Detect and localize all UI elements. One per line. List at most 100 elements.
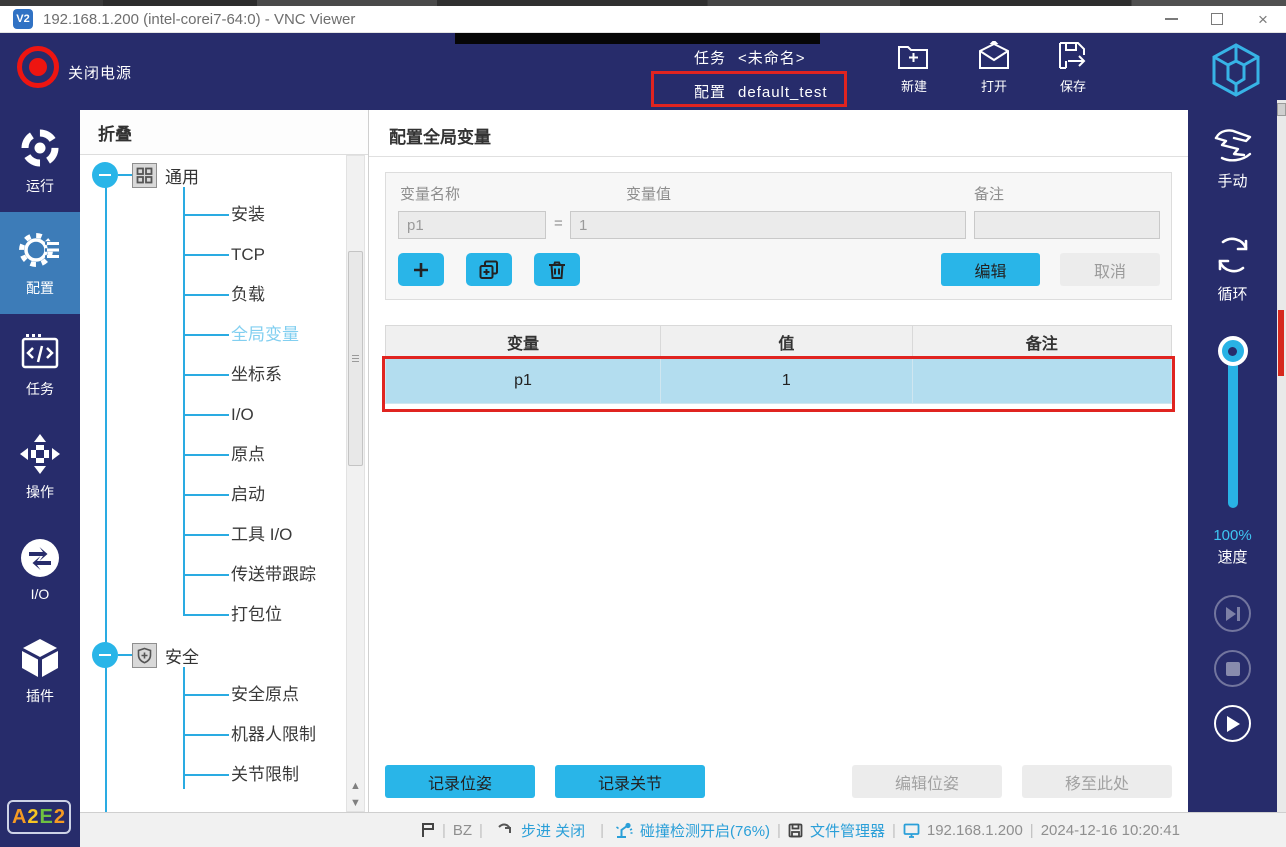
scroll-down-icon[interactable]: ▼ [347, 794, 364, 811]
speed-slider[interactable] [1218, 336, 1248, 511]
add-variable-button[interactable] [398, 253, 444, 286]
status-file-manager[interactable]: 文件管理器 [810, 820, 885, 841]
speed-value: 100% [1213, 527, 1251, 544]
red-edge-marker [1278, 310, 1284, 376]
nav-item-io[interactable]: I/O [0, 518, 80, 620]
collapse-minus-icon[interactable] [92, 642, 118, 668]
nav-item-operate[interactable]: 操作 [0, 416, 80, 518]
nav-item-plugin[interactable]: 插件 [0, 620, 80, 722]
tree-item-pack-position[interactable]: 打包位 [183, 595, 346, 635]
tree-item-tool-io[interactable]: 工具 I/O [183, 515, 346, 555]
manual-mode-button[interactable]: 手动 [1210, 128, 1256, 191]
tree-children-safety: 安全原点 机器人限制 关节限制 [183, 675, 346, 809]
stop-button[interactable] [1214, 650, 1251, 687]
tree-children-general: 安装 TCP 负载 全局变量 坐标系 I/O 原点 启动 工具 I/O 传送带跟… [183, 195, 346, 635]
tree-item-io[interactable]: I/O [183, 395, 346, 435]
separator: | [479, 822, 483, 839]
window-titlebar[interactable]: V2 192.168.1.200 (intel-corei7-64:0) - V… [0, 6, 1286, 33]
nav-item-config[interactable]: 配置 [0, 212, 80, 314]
tree-group-general[interactable]: 通用 [80, 155, 346, 195]
flag-icon [421, 822, 435, 838]
scroll-widget-icon[interactable] [1277, 103, 1286, 116]
duplicate-icon [479, 260, 499, 280]
delete-variable-button[interactable] [534, 253, 580, 286]
record-pose-button[interactable]: 记录位姿 [385, 765, 535, 798]
collapse-header[interactable]: 折叠 [80, 110, 368, 155]
tree-group-safety[interactable]: 安全 [80, 635, 346, 675]
minimize-button[interactable] [1148, 6, 1194, 32]
cell-note[interactable] [912, 359, 1171, 404]
tree-scroll-area: 通用 安装 TCP 负载 全局变量 坐标系 I/O 原点 启动 工具 I/O 传… [80, 155, 346, 812]
duplicate-variable-button[interactable] [466, 253, 512, 286]
tree-item-tcp[interactable]: TCP [183, 235, 346, 275]
move-here-button[interactable]: 移至此处 [1022, 765, 1172, 798]
tree-item-joint-limits[interactable]: 关节限制 [183, 755, 346, 795]
tree-item-conveyor-tracking[interactable]: 传送带跟踪 [183, 555, 346, 595]
hand-icon [1210, 128, 1256, 164]
record-joint-button[interactable]: 记录关节 [555, 765, 705, 798]
minimize-icon [1165, 18, 1178, 20]
config-label: 配置 [694, 84, 726, 101]
scroll-up-icon[interactable]: ▲ [347, 777, 364, 794]
edit-pose-button[interactable]: 编辑位姿 [852, 765, 1002, 798]
status-step-mode[interactable]: 步进 关闭 [521, 820, 585, 841]
power-icon [29, 58, 47, 76]
tree-item-startup[interactable]: 启动 [183, 475, 346, 515]
new-button[interactable]: 新建 [885, 41, 943, 95]
tree-item-install[interactable]: 安装 [183, 195, 346, 235]
nav-label-run: 运行 [26, 176, 54, 196]
config-indicator: 配置default_test [694, 81, 828, 102]
slider-track[interactable] [1228, 348, 1238, 508]
stop-icon [1226, 662, 1240, 676]
loop-mode-button[interactable]: 循环 [1211, 233, 1255, 304]
variable-value-input[interactable] [570, 211, 966, 239]
vnc-toolbar-tab[interactable] [455, 33, 820, 44]
power-off-button[interactable] [17, 46, 59, 88]
save-label: 保存 [1060, 76, 1086, 95]
variables-table: 变量 值 备注 p1 1 [385, 325, 1172, 404]
maximize-button[interactable] [1194, 6, 1240, 32]
vnc-right-scroll-region[interactable] [1277, 100, 1286, 847]
variable-name-input[interactable] [398, 211, 546, 239]
collision-robot-icon [615, 822, 633, 839]
play-icon [1225, 715, 1241, 733]
task-label: 任务 [694, 50, 726, 67]
a2e2-badge[interactable]: A2E2 [7, 800, 71, 834]
tree-item-robot-limits[interactable]: 机器人限制 [183, 715, 346, 755]
edit-button[interactable]: 编辑 [941, 253, 1040, 286]
cell-value[interactable]: 1 [661, 359, 913, 404]
collapse-minus-icon[interactable] [92, 162, 118, 188]
tree-item-payload[interactable]: 负载 [183, 275, 346, 315]
tree-item-clipped[interactable] [183, 795, 346, 809]
file-manager-icon [788, 823, 803, 838]
task-indicator: 任务<未命名> [694, 47, 806, 68]
cancel-button[interactable]: 取消 [1060, 253, 1160, 286]
tree-item-global-variables[interactable]: 全局变量 [183, 315, 346, 355]
divider [369, 156, 1188, 157]
nav-item-task[interactable]: 任务 [0, 314, 80, 416]
equals-sign: = [554, 215, 563, 232]
tree-connector [118, 654, 132, 656]
open-button[interactable]: 打开 [965, 41, 1023, 95]
loop-label: 循环 [1217, 283, 1247, 304]
status-collision-detect[interactable]: 碰撞检测开启(76%) [640, 820, 770, 841]
open-icon [977, 41, 1011, 71]
save-button[interactable]: 保存 [1044, 41, 1102, 95]
slider-handle[interactable] [1218, 336, 1248, 366]
plugin-box-icon [19, 637, 61, 679]
cell-variable[interactable]: p1 [386, 359, 661, 404]
table-row-p1[interactable]: p1 1 [386, 359, 1172, 404]
note-input[interactable] [974, 211, 1160, 239]
tree-item-origin[interactable]: 原点 [183, 435, 346, 475]
close-button[interactable]: × [1240, 6, 1286, 32]
tree-item-coordinate-system[interactable]: 坐标系 [183, 355, 346, 395]
tree-scrollbar[interactable]: ▲ ▼ [346, 155, 365, 812]
monitor-icon [903, 823, 920, 838]
io-cycle-icon [19, 537, 61, 579]
scrollbar-thumb[interactable] [348, 251, 363, 466]
separator: | [600, 822, 604, 839]
step-next-button[interactable] [1214, 595, 1251, 632]
tree-item-safety-origin[interactable]: 安全原点 [183, 675, 346, 715]
nav-item-run[interactable]: 运行 [0, 110, 80, 212]
play-button[interactable] [1214, 705, 1251, 742]
